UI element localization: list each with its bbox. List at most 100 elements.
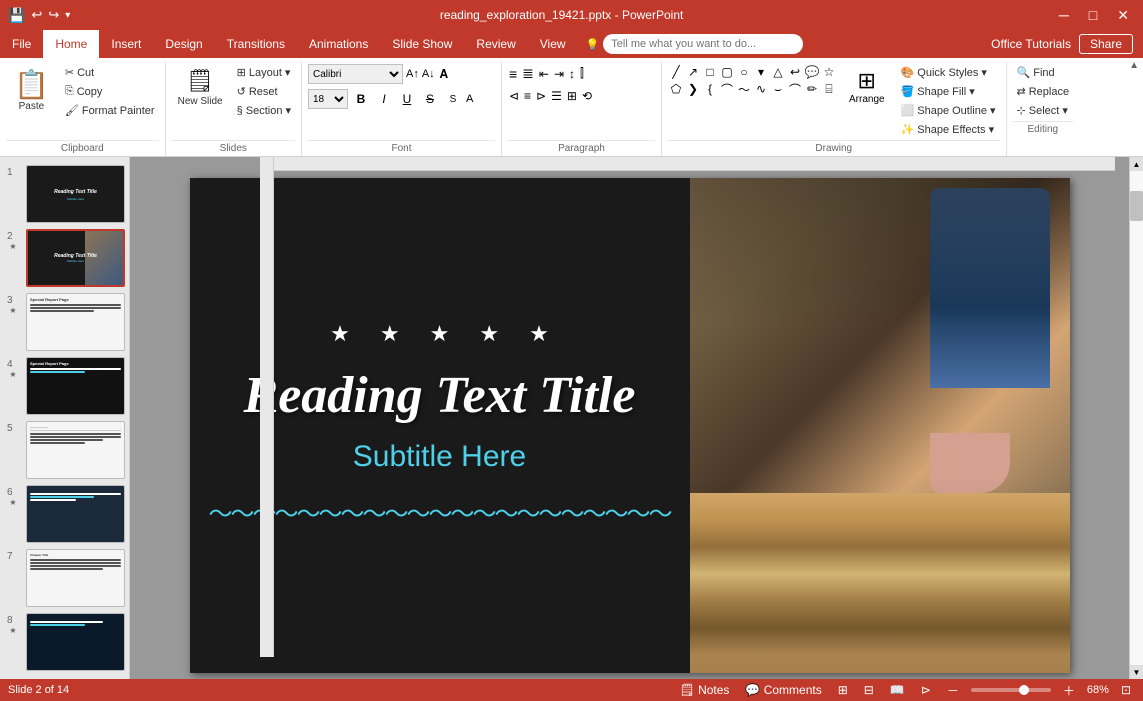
new-slide-button[interactable]: 🗒 New Slide bbox=[172, 64, 229, 111]
slide-thumbnail-2[interactable]: Reading Text Title Subtitle Here bbox=[26, 229, 125, 287]
clear-format-button[interactable]: 𝐀 bbox=[440, 67, 448, 82]
italic-button[interactable]: I bbox=[374, 92, 394, 106]
arrange-button[interactable]: ⊞ Arrange bbox=[841, 64, 893, 109]
arrow-shape[interactable]: ↗ bbox=[685, 64, 701, 80]
shape-outline-button[interactable]: ⬜ Shape Outline ▾ bbox=[897, 102, 1000, 119]
menu-slideshow[interactable]: Slide Show bbox=[380, 30, 464, 58]
paste-button[interactable]: 📋 Paste bbox=[6, 64, 57, 116]
reset-button[interactable]: ↺ Reset bbox=[233, 83, 295, 100]
bold-button[interactable]: B bbox=[351, 92, 371, 106]
slide-panel[interactable]: 1 Reading Text Title Subtitle Here 2 ★ R… bbox=[0, 157, 130, 679]
zoom-in-button[interactable]: ＋ bbox=[1059, 682, 1079, 699]
bullets-button[interactable]: ≡ bbox=[509, 66, 517, 82]
font-grow-button[interactable]: A↑ bbox=[406, 68, 419, 80]
arc-shape[interactable]: ⌣ bbox=[770, 81, 786, 97]
tell-me-input[interactable] bbox=[603, 34, 803, 54]
minimize-button[interactable]: ─ bbox=[1053, 5, 1075, 25]
zoom-out-button[interactable]: － bbox=[943, 682, 963, 699]
slide-thumbnail-6[interactable] bbox=[26, 485, 125, 543]
connector-shape[interactable]: ⌒ bbox=[787, 81, 803, 97]
slide-thumb-6[interactable]: 6 ★ bbox=[4, 485, 125, 543]
slide-thumbnail-4[interactable]: Special Report Page bbox=[26, 357, 125, 415]
save-icon[interactable]: 💾 bbox=[8, 7, 25, 24]
align-right-button[interactable]: ⊳ bbox=[536, 89, 546, 103]
zoom-thumb[interactable] bbox=[1019, 685, 1029, 695]
decrease-indent-button[interactable]: ⇤ bbox=[539, 67, 549, 81]
shape-fill-button[interactable]: 🪣 Shape Fill ▾ bbox=[897, 83, 1000, 100]
wave-shape[interactable]: 〜 bbox=[736, 81, 752, 97]
pentagon-shape[interactable]: ⬠ bbox=[668, 81, 684, 97]
align-center-button[interactable]: ≡ bbox=[524, 89, 531, 103]
undo-icon[interactable]: ↩ bbox=[31, 7, 42, 23]
layout-button[interactable]: ⊞ Layout ▾ bbox=[233, 64, 295, 81]
close-button[interactable]: ✕ bbox=[1111, 5, 1135, 26]
shadow-button[interactable]: S bbox=[443, 94, 463, 105]
increase-indent-button[interactable]: ⇥ bbox=[554, 67, 564, 81]
format-painter-button[interactable]: 🖌 Format Painter bbox=[61, 102, 159, 119]
slide-main-title[interactable]: Reading Text Title bbox=[244, 367, 636, 424]
rounded-rect-shape[interactable]: ▢ bbox=[719, 64, 735, 80]
triangle-shape[interactable]: △ bbox=[770, 64, 786, 80]
menu-file[interactable]: File bbox=[0, 30, 43, 58]
normal-view-button[interactable]: ⊞ bbox=[834, 683, 852, 697]
slide-thumbnail-1[interactable]: Reading Text Title Subtitle Here bbox=[26, 165, 125, 223]
columns-button[interactable]: ⫿ bbox=[580, 66, 584, 81]
menu-home[interactable]: Home bbox=[43, 30, 99, 58]
right-scrollbar[interactable]: ▲ ▼ bbox=[1129, 157, 1143, 679]
menu-view[interactable]: View bbox=[528, 30, 578, 58]
notes-button[interactable]: 🗒 Notes bbox=[675, 683, 733, 697]
find-button[interactable]: 🔍 Find bbox=[1013, 64, 1074, 81]
office-tutorials-button[interactable]: Office Tutorials bbox=[991, 37, 1071, 51]
line-spacing-button[interactable]: ↕ bbox=[569, 67, 575, 81]
slide-thumbnail-7[interactable]: Chapter Title bbox=[26, 549, 125, 607]
scroll-down-button[interactable]: ▼ bbox=[1130, 665, 1143, 679]
slide-thumbnail-8[interactable] bbox=[26, 613, 125, 671]
menu-design[interactable]: Design bbox=[153, 30, 214, 58]
oval-shape[interactable]: ○ bbox=[736, 64, 752, 80]
menu-insert[interactable]: Insert bbox=[99, 30, 153, 58]
replace-button[interactable]: ⇄ Replace bbox=[1013, 83, 1074, 100]
slide-thumb-8[interactable]: 8 ★ bbox=[4, 613, 125, 671]
ribbon-collapse-button[interactable]: ▲ bbox=[1125, 58, 1143, 73]
slide-thumb-5[interactable]: 5 —————— bbox=[4, 421, 125, 479]
underline-button[interactable]: U bbox=[397, 92, 417, 106]
quick-styles-button[interactable]: 🎨 Quick Styles ▾ bbox=[897, 64, 1000, 81]
slide-subtitle[interactable]: Subtitle Here bbox=[353, 440, 526, 474]
smart-art-button[interactable]: ⊞ bbox=[567, 89, 577, 103]
scroll-track[interactable] bbox=[1130, 171, 1143, 665]
font-color-button[interactable]: A bbox=[466, 93, 473, 105]
slide-thumb-1[interactable]: 1 Reading Text Title Subtitle Here bbox=[4, 165, 125, 223]
slide-thumb-3[interactable]: 3 ★ Special Report Page bbox=[4, 293, 125, 351]
rect-shape[interactable]: □ bbox=[702, 64, 718, 80]
numbering-button[interactable]: ≣ bbox=[522, 65, 534, 82]
menu-transitions[interactable]: Transitions bbox=[215, 30, 297, 58]
slide-thumbnail-3[interactable]: Special Report Page bbox=[26, 293, 125, 351]
reading-view-button[interactable]: 📖 bbox=[886, 683, 909, 697]
copy-button[interactable]: ⎘ Copy bbox=[61, 83, 159, 100]
redo-icon[interactable]: ↪ bbox=[48, 7, 59, 23]
align-left-button[interactable]: ⊲ bbox=[509, 89, 519, 103]
select-button[interactable]: ⊹ Select ▾ bbox=[1013, 102, 1074, 119]
brace-shape[interactable]: { bbox=[702, 81, 718, 97]
font-size-select[interactable]: 18 bbox=[308, 89, 348, 109]
font-shrink-button[interactable]: A↓ bbox=[422, 68, 435, 80]
slideshow-button[interactable]: ⊳ bbox=[917, 683, 935, 697]
menu-animations[interactable]: Animations bbox=[297, 30, 380, 58]
slide-sorter-button[interactable]: ⊟ bbox=[860, 683, 878, 697]
slide-thumb-4[interactable]: 4 ★ Special Report Page bbox=[4, 357, 125, 415]
justify-button[interactable]: ☰ bbox=[551, 89, 562, 103]
section-button[interactable]: § Section ▾ bbox=[233, 102, 295, 119]
custom-shape[interactable]: ⌒ bbox=[719, 81, 735, 97]
menu-review[interactable]: Review bbox=[464, 30, 527, 58]
more-shapes-2[interactable]: ∿ bbox=[753, 81, 769, 97]
more-shapes[interactable]: ▾ bbox=[753, 64, 769, 80]
maximize-button[interactable]: □ bbox=[1083, 5, 1103, 25]
zoom-slider[interactable] bbox=[971, 688, 1051, 692]
shape-effects-button[interactable]: ✨ Shape Effects ▾ bbox=[897, 121, 1000, 138]
slide-thumbnail-5[interactable]: —————— bbox=[26, 421, 125, 479]
scroll-up-button[interactable]: ▲ bbox=[1130, 157, 1143, 171]
convert-button[interactable]: ⟲ bbox=[582, 89, 592, 103]
callout-shape[interactable]: 💬 bbox=[804, 64, 820, 80]
fit-slide-button[interactable]: ⊡ bbox=[1117, 683, 1135, 697]
bent-arrow-shape[interactable]: ↩ bbox=[787, 64, 803, 80]
